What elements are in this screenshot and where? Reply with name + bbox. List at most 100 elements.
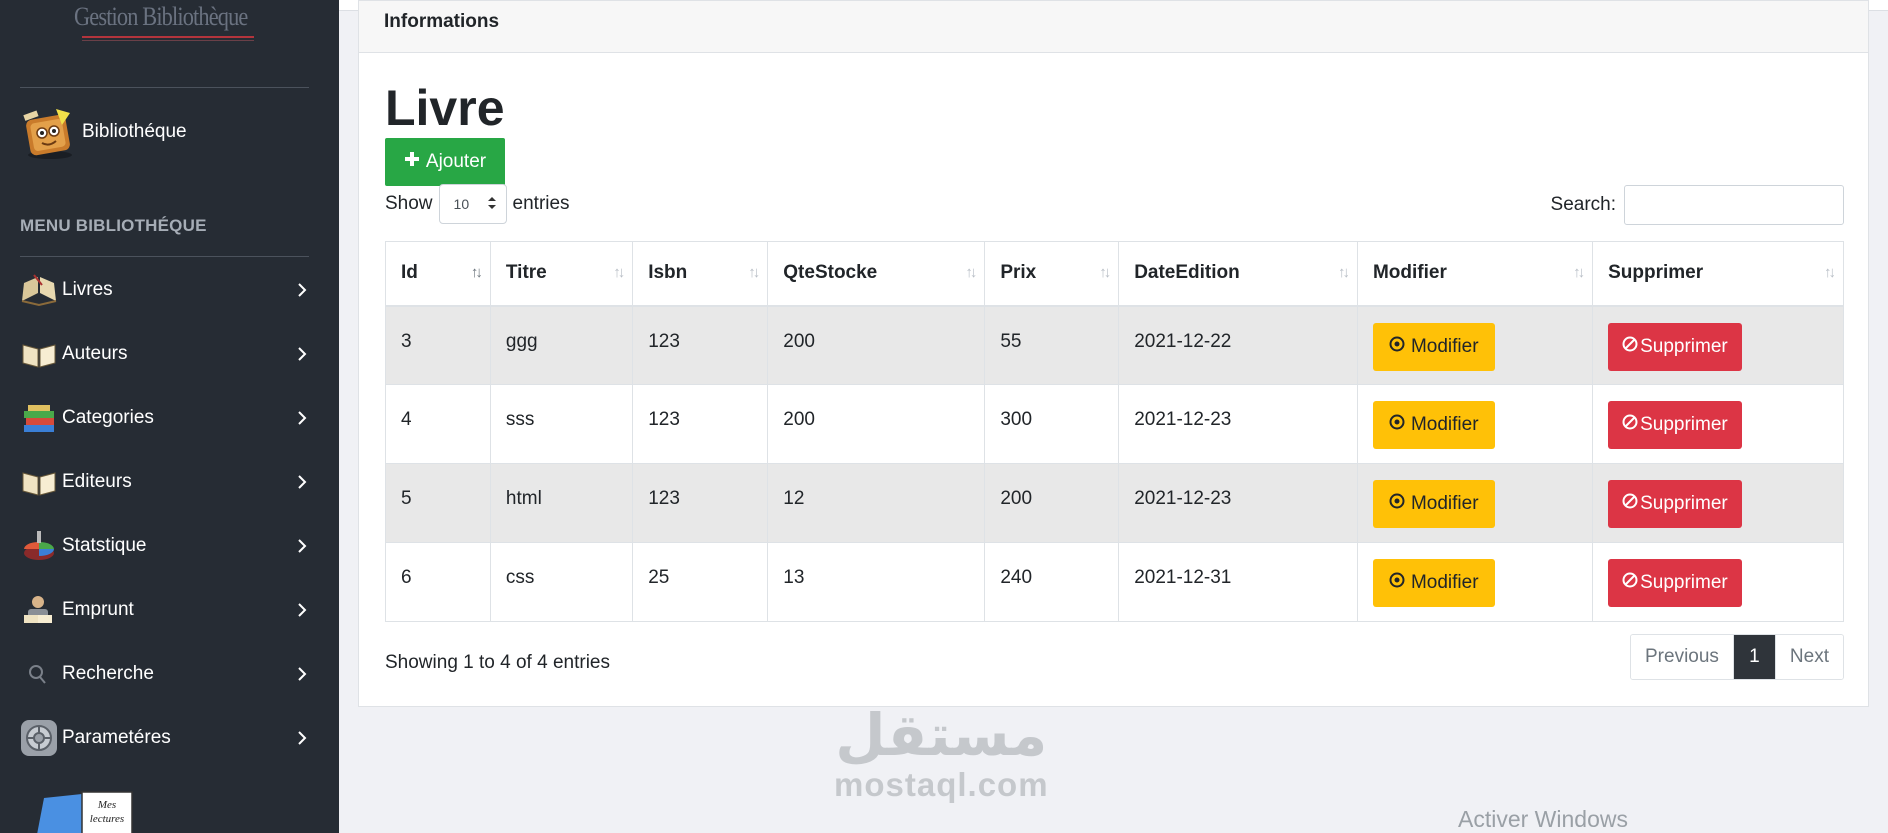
- sidebar-item-editeurs[interactable]: Editeurs: [20, 460, 310, 504]
- column-header-dateedition[interactable]: DateEdition ↑↓: [1118, 241, 1358, 307]
- ban-icon: [1622, 414, 1638, 436]
- delete-button[interactable]: Supprimer: [1608, 401, 1742, 449]
- sort-icon: ↑↓: [1099, 264, 1111, 281]
- cell-date: 2021-12-22: [1118, 305, 1358, 385]
- brand-title: Gestion Bibliothèque: [74, 2, 248, 31]
- reader-icon: [20, 590, 62, 630]
- delete-button[interactable]: Supprimer: [1608, 480, 1742, 528]
- chevron-right-icon: [294, 346, 310, 362]
- column-header-titre[interactable]: Titre ↑↓: [489, 241, 634, 307]
- sidebar-item-statstique[interactable]: Statstique: [20, 524, 310, 568]
- books-table: Id ↑↓ Titre ↑↓ Isbn ↑↓ QteStocke ↑↓ Prix ↑↓ D…: [385, 241, 1844, 622]
- chevron-right-icon: [294, 282, 310, 298]
- column-header-supprimer[interactable]: Supprimer ↑↓: [1592, 241, 1844, 307]
- cell-isbn: 123: [632, 463, 769, 543]
- sidebar: Gestion Bibliothèque Bibliothéque MENU B…: [0, 0, 339, 833]
- sidebar-item-label: Parametéres: [62, 727, 171, 748]
- svg-text:Mes: Mes: [97, 799, 116, 811]
- column-header-qtestocke[interactable]: QteStocke ↑↓: [767, 241, 986, 307]
- modify-button[interactable]: Modifier: [1372, 480, 1495, 528]
- settings-icon: [20, 718, 62, 758]
- divider: [20, 256, 309, 257]
- cell-prix: 240: [984, 542, 1120, 622]
- sidebar-item-emprunt[interactable]: Emprunt: [20, 588, 310, 632]
- sidebar-item-livres[interactable]: Livres: [20, 268, 310, 312]
- modify-button[interactable]: Modifier: [1372, 559, 1495, 607]
- page-button-current[interactable]: 1: [1732, 635, 1775, 679]
- activate-windows-notice: Activer Windows: [1458, 806, 1628, 832]
- sidebar-item-recherche[interactable]: Recherche: [20, 652, 310, 696]
- sidebar-item-label: Statstique: [62, 535, 147, 556]
- sidebar-item-label: Recherche: [62, 663, 154, 684]
- target-icon: [1389, 336, 1405, 358]
- cell-id: 3: [385, 305, 491, 385]
- modify-button[interactable]: Modifier: [1372, 401, 1495, 449]
- card-header: Informations: [359, 1, 1868, 53]
- search-control: Search:: [1551, 185, 1844, 225]
- cell-titre: html: [489, 463, 634, 543]
- book-icon: [20, 334, 62, 374]
- cell-titre: css: [489, 542, 634, 622]
- watermark-arabic: مستقل: [835, 701, 1048, 769]
- watermark: مستقل mostaql.com: [834, 700, 1049, 804]
- user-panel[interactable]: Bibliothéque: [20, 104, 320, 160]
- sidebar-item-parametres[interactable]: Parametéres: [20, 716, 310, 760]
- column-header-prix[interactable]: Prix ↑↓: [984, 241, 1120, 307]
- chevron-right-icon: [294, 410, 310, 426]
- books-stack-icon: [20, 398, 62, 438]
- sort-icon: ↑↓: [965, 264, 977, 281]
- ban-icon: [1622, 572, 1638, 594]
- delete-button[interactable]: Supprimer: [1608, 322, 1742, 371]
- show-label: Show: [385, 193, 433, 214]
- ban-icon: [1622, 336, 1638, 358]
- cell-qte: 200: [767, 384, 986, 464]
- pagination: Previous 1 Next: [1630, 634, 1844, 680]
- cell-titre: sss: [489, 384, 634, 464]
- plus-icon: [404, 151, 420, 173]
- sidebar-item-label: Livres: [62, 279, 113, 300]
- brand-underline-shadow: [82, 40, 254, 41]
- column-header-modifier[interactable]: Modifier ↑↓: [1356, 241, 1594, 307]
- cell-prix: 55: [984, 305, 1120, 385]
- sidebar-item-categories[interactable]: Categories: [20, 396, 310, 440]
- search-input[interactable]: [1624, 185, 1844, 225]
- chevron-right-icon: [294, 474, 310, 490]
- sort-icon: ↑↓: [1337, 264, 1350, 281]
- cell-isbn: 123: [632, 305, 769, 385]
- previous-page-button[interactable]: Previous: [1631, 635, 1733, 679]
- add-button-label: Ajouter: [425, 151, 487, 172]
- cell-id: 5: [385, 463, 491, 543]
- library-logo-icon: [20, 103, 82, 161]
- menu-title: MENU BIBLIOTHÉQUE: [20, 216, 207, 235]
- chevron-right-icon: [294, 538, 310, 554]
- delete-button[interactable]: Supprimer: [1608, 559, 1742, 607]
- user-label: Bibliothéque: [82, 121, 187, 142]
- sort-asc-icon: ↑↓: [470, 264, 483, 281]
- cell-prix: 200: [984, 463, 1120, 543]
- column-header-id[interactable]: Id ↑↓: [385, 241, 491, 307]
- chevron-right-icon: [294, 602, 310, 618]
- cell-qte: 13: [767, 542, 986, 622]
- table-row: 6 css 25 13 240 2021-12-31 Modifier Supp…: [385, 542, 1844, 622]
- cell-qte: 200: [767, 305, 986, 385]
- cell-isbn: 123: [632, 384, 769, 464]
- next-page-button[interactable]: Next: [1774, 635, 1843, 679]
- page-title: Livre: [385, 80, 505, 136]
- entries-label: entries: [512, 193, 570, 214]
- search-label: Search:: [1550, 194, 1616, 215]
- sort-icon: ↑↓: [613, 264, 625, 281]
- add-button[interactable]: Ajouter: [385, 138, 505, 186]
- cell-date: 2021-12-23: [1118, 463, 1358, 543]
- sidebar-item-label: Editeurs: [62, 471, 132, 492]
- column-header-isbn[interactable]: Isbn ↑↓: [632, 241, 769, 307]
- chevron-right-icon: [294, 666, 310, 682]
- entries-length-select[interactable]: 10: [438, 184, 507, 224]
- cell-prix: 300: [984, 384, 1120, 464]
- cell-date: 2021-12-23: [1118, 384, 1358, 464]
- modify-button[interactable]: Modifier: [1372, 322, 1495, 371]
- target-icon: [1389, 414, 1405, 436]
- chevron-right-icon: [294, 730, 310, 746]
- sidebar-item-auteurs[interactable]: Auteurs: [20, 332, 310, 376]
- sort-icon: ↑↓: [1573, 264, 1585, 281]
- table-info: Showing 1 to 4 of 4 entries: [385, 652, 610, 673]
